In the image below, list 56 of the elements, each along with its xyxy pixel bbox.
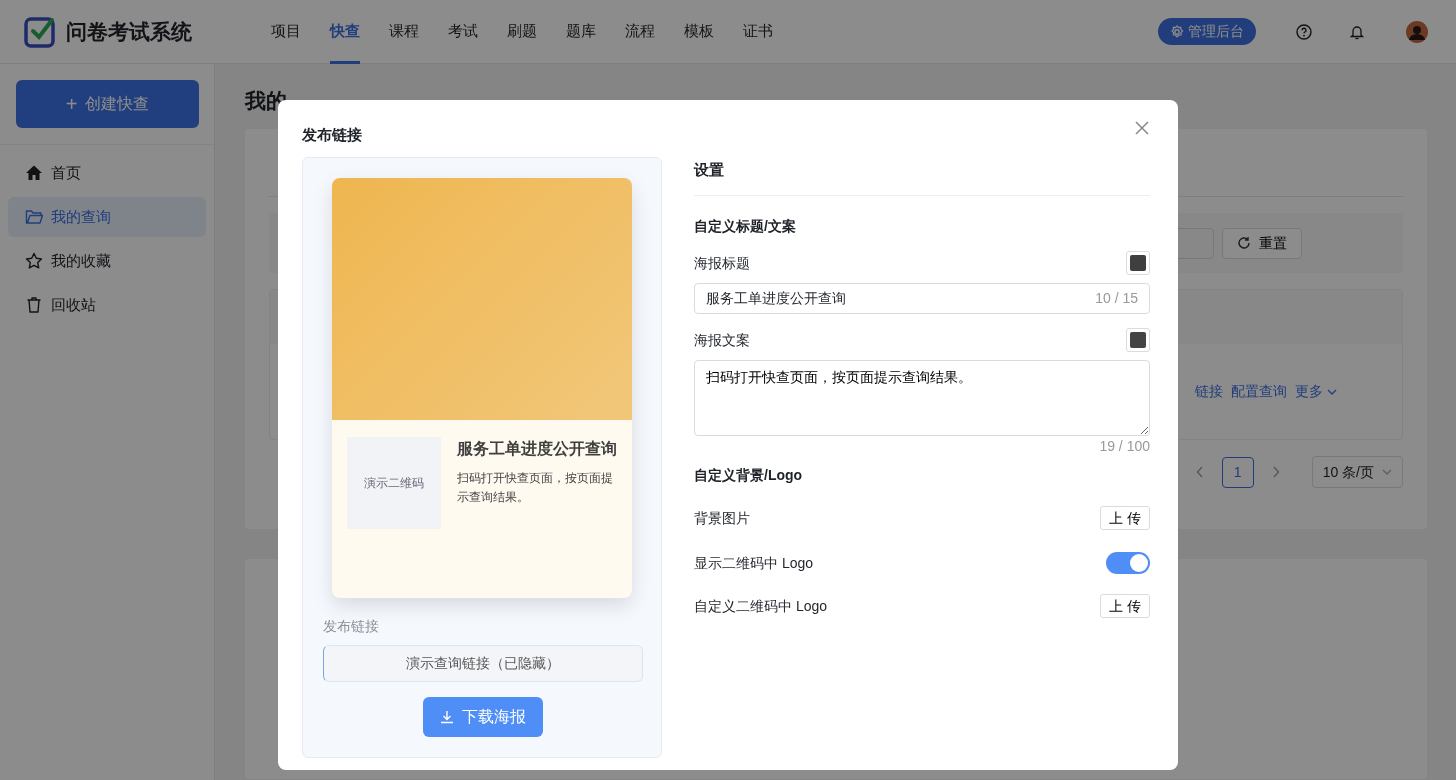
close-button[interactable] [1134,120,1150,136]
admin-button[interactable]: 管理后台 [1158,18,1256,45]
section-heading: 自定义背景/Logo [694,466,804,485]
create-button[interactable]: + 创建快查 [16,80,199,128]
dialog-title: 发布链接 [302,125,362,145]
page-button[interactable]: 1 [1221,456,1254,488]
action-link[interactable]: 更多 [1295,381,1337,403]
download-button[interactable]: 下载海报 [423,696,543,737]
nav-tab[interactable]: 模板 [684,0,714,64]
upload-button[interactable]: 上 传 [1100,594,1150,618]
nav-tab[interactable]: 课程 [389,0,419,64]
nav-tab[interactable]: 题库 [566,0,596,64]
toggle-switch[interactable] [1106,552,1150,574]
page-size-select[interactable]: 10 条/页 [1311,456,1403,489]
char-counter: 10 / 15 [1095,289,1138,308]
field-label: 海报标题 [694,253,750,273]
star-icon [25,252,43,270]
folder-icon [25,208,43,226]
sidebar-item[interactable]: 我的查询 [8,197,206,237]
qr-placeholder-text: 演示二维码 [364,474,424,492]
description-input[interactable]: 扫码打开快查页面，按页面提示查询结果。 [694,360,1150,436]
upload-button[interactable]: 上 传 [1100,506,1150,530]
field-label: 海报文案 [694,330,750,350]
field-label: 显示二维码中 Logo [694,553,814,573]
nav-tab[interactable]: 证书 [743,0,773,64]
poster-title: 服务工单进度公开查询 [457,438,617,459]
logo-icon [24,15,56,48]
nav-tab[interactable]: 考试 [448,0,478,64]
sidebar-item[interactable]: 首页 [8,153,206,193]
reset-button[interactable]: 重置 [1222,227,1302,259]
avatar[interactable] [1406,20,1428,43]
field-label: 背景图片 [694,508,750,528]
nav-tab[interactable]: 流程 [625,0,655,64]
poster-description: 扫码打开快查页面，按页面提示查询结果。 [457,469,614,506]
refresh-icon [1237,236,1251,251]
section-heading: 自定义标题/文案 [694,217,797,236]
help-icon[interactable] [1296,23,1312,40]
notification-icon[interactable] [1350,23,1364,40]
link-label: 发布链接 [323,616,380,636]
title-input[interactable]: 服务工单进度公开查询 10 / 15 [694,283,1150,314]
trash-icon [25,296,43,314]
settings-icon [1170,24,1184,39]
sidebar-item[interactable]: 我的收藏 [8,241,206,281]
app-title: 问卷考试系统 [66,18,192,45]
char-counter: 19 / 100 [1099,437,1150,456]
action-link[interactable]: 配置查询 [1231,381,1287,403]
link-field[interactable]: 演示查询链接（已隐藏） [323,644,643,682]
download-icon [440,709,454,724]
nav-tab[interactable]: 项目 [271,0,301,64]
nav-tab[interactable]: 刷题 [507,0,537,64]
nav-tab[interactable]: 快查 [330,0,360,64]
sidebar-item[interactable]: 回收站 [8,285,206,325]
field-label: 自定义二维码中 Logo [694,596,828,616]
settings-heading: 设置 [694,160,724,178]
home-icon [25,164,43,182]
action-link[interactable]: 链接 [1195,381,1223,403]
